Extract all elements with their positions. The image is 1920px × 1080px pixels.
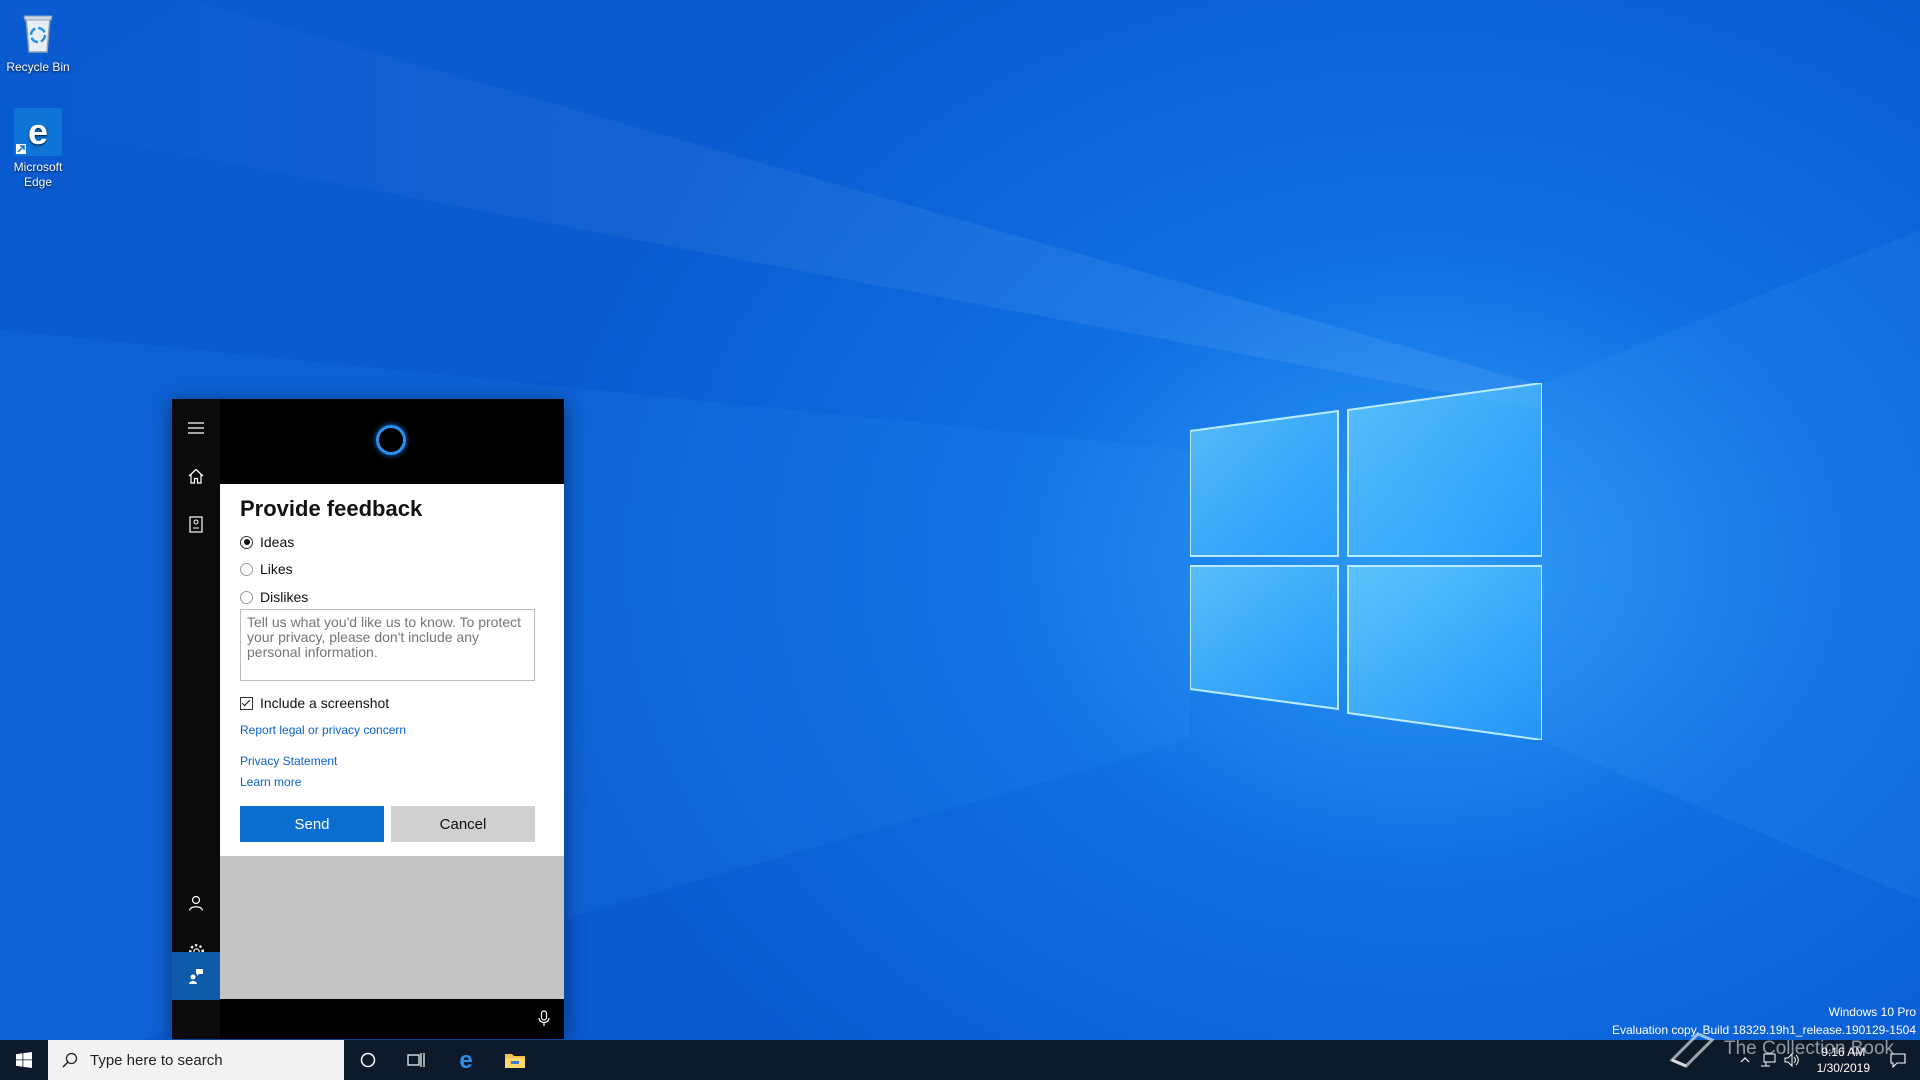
- cortana-ring-icon: [376, 425, 406, 455]
- radio-label: Dislikes: [260, 589, 309, 605]
- radio-button[interactable]: [240, 590, 253, 604]
- svg-text:e: e: [459, 1048, 472, 1072]
- desktop-icon-label: Microsoft Edge: [13, 160, 63, 189]
- folder-icon: [505, 1054, 525, 1068]
- radio-button[interactable]: [240, 562, 253, 576]
- book-icon: [1669, 1032, 1715, 1068]
- cortana-rail: [172, 399, 220, 1039]
- feedback-title: Provide feedback: [240, 496, 423, 521]
- home-icon[interactable]: [172, 452, 220, 500]
- task-view-icon: [407, 1053, 425, 1067]
- radio-label: Ideas: [260, 534, 295, 550]
- feedback-card: Provide feedback Ideas Likes Dislikes In…: [220, 484, 564, 856]
- desktop-icon-label: Recycle Bin: [6, 60, 70, 74]
- cortana-circle-icon: [360, 1052, 376, 1068]
- notebook-icon[interactable]: [172, 500, 220, 548]
- learn-more-link[interactable]: Learn more: [240, 775, 301, 789]
- start-button[interactable]: [0, 1040, 48, 1080]
- feedback-icon[interactable]: [172, 952, 220, 1000]
- checkbox-label: Include a screenshot: [260, 695, 390, 711]
- person-icon[interactable]: [172, 879, 220, 927]
- microphone-icon[interactable]: [538, 1010, 550, 1032]
- taskbar: Type here to search e 9:16 AM 1/30/2019: [0, 1040, 1920, 1080]
- watermark-edition: Windows 10 Pro: [1828, 1005, 1916, 1019]
- windows-logo: [1190, 383, 1542, 740]
- cortana-panel: Provide feedback Ideas Likes Dislikes In…: [172, 399, 564, 1039]
- radio-likes[interactable]: Likes: [240, 561, 293, 577]
- desktop-icon-microsoft-edge[interactable]: e Microsoft Edge: [0, 108, 78, 190]
- radio-ideas[interactable]: Ideas: [240, 534, 294, 550]
- report-legal-link[interactable]: Report legal or privacy concern: [240, 723, 406, 737]
- send-button[interactable]: Send: [240, 806, 384, 842]
- file-explorer-button[interactable]: [491, 1040, 539, 1080]
- radio-button[interactable]: [240, 535, 253, 549]
- feedback-text-field[interactable]: [240, 609, 535, 681]
- brand-text: The Collection Book: [1724, 1038, 1895, 1059]
- radio-dislikes[interactable]: Dislikes: [240, 589, 308, 605]
- windows-start-icon: [16, 1052, 32, 1068]
- cortana-button[interactable]: [344, 1040, 392, 1080]
- edge-taskbar-button[interactable]: e: [442, 1040, 490, 1080]
- radio-label: Likes: [260, 561, 293, 577]
- taskbar-search-box[interactable]: Type here to search: [48, 1040, 344, 1080]
- cancel-button[interactable]: Cancel: [391, 806, 535, 842]
- search-icon: [62, 1052, 78, 1068]
- cortana-header: [220, 399, 564, 484]
- desktop-icon-recycle-bin[interactable]: Recycle Bin: [0, 8, 78, 75]
- cortana-footer: [220, 999, 564, 1039]
- recycle-bin-icon: [14, 8, 62, 56]
- privacy-statement-link[interactable]: Privacy Statement: [240, 754, 337, 768]
- checkbox[interactable]: [240, 696, 253, 710]
- search-placeholder: Type here to search: [90, 1051, 223, 1069]
- edge-icon: e: [14, 108, 62, 156]
- hamburger-menu-icon[interactable]: [172, 404, 220, 452]
- edge-icon: e: [459, 1048, 472, 1072]
- task-view-button[interactable]: [392, 1040, 440, 1080]
- svg-text:e: e: [28, 111, 48, 152]
- brand-watermark: The Collection Book: [1668, 1030, 1894, 1068]
- include-screenshot-checkbox[interactable]: Include a screenshot: [240, 695, 389, 711]
